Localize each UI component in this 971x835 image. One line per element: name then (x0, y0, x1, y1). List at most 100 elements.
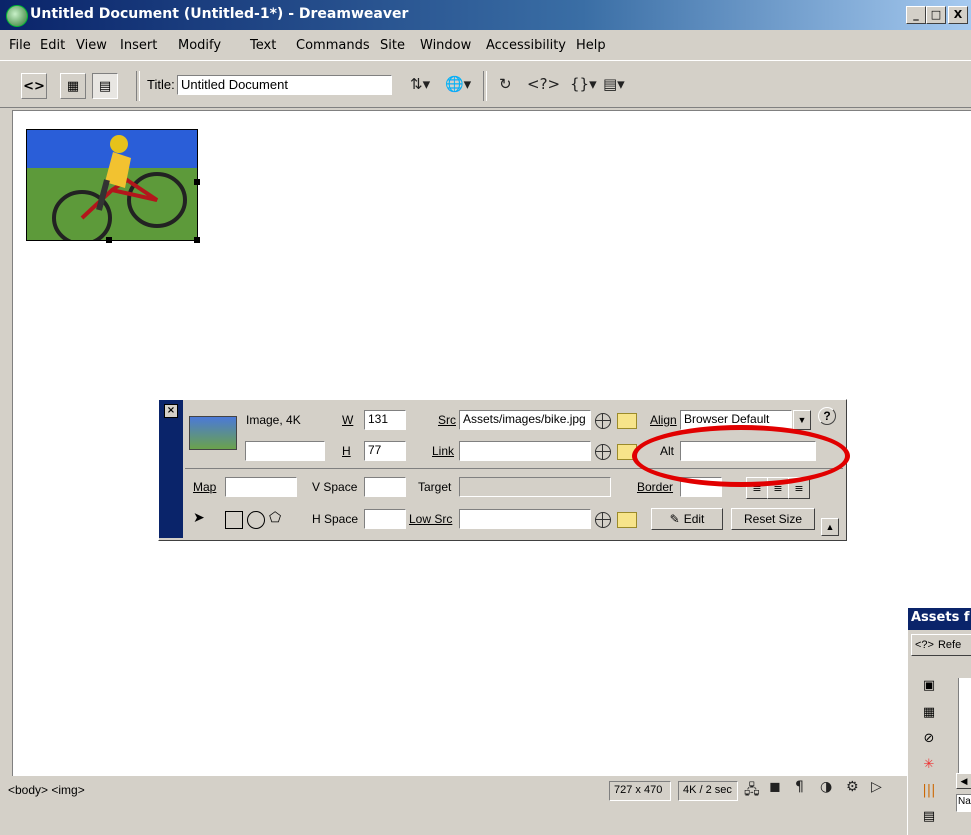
movies-asset-icon[interactable]: ▤ (920, 807, 938, 825)
menu-bar: File Edit View Insert Modify Text Comman… (0, 30, 971, 58)
image-type-icon (189, 416, 237, 450)
align-label: Align (650, 413, 677, 427)
window-size-indicator[interactable]: 727 x 470 (609, 781, 671, 801)
design-view-icon[interactable]: ▤ (92, 73, 118, 99)
edit-label: Edit (683, 512, 705, 526)
menu-file[interactable]: File (9, 38, 31, 53)
menu-site[interactable]: Site (380, 38, 405, 53)
site-map-icon[interactable]: 🖧 (744, 779, 760, 803)
width-field[interactable]: 131 (364, 410, 406, 430)
link-field[interactable] (459, 441, 591, 461)
images-asset-icon[interactable]: ▣ (920, 676, 938, 694)
urls-asset-icon[interactable]: ⊘ (920, 729, 938, 747)
target-select[interactable] (459, 477, 611, 497)
title-label: Title: (147, 77, 175, 92)
assets-name-column[interactable]: Na (956, 794, 971, 812)
inspector-close-button[interactable]: × (164, 404, 178, 418)
link-label: Link (432, 444, 455, 458)
point-to-file-icon[interactable] (595, 413, 611, 429)
menu-text[interactable]: Text (250, 38, 276, 53)
refresh-icon[interactable]: ↻ (499, 75, 512, 93)
menu-window[interactable]: Window (420, 38, 471, 53)
assets-panel: Assets f <?> Refe ▣ ▦ ⊘ ✳ ||| ▤ ◀ Na (907, 608, 971, 835)
menu-modify[interactable]: Modify (178, 38, 221, 53)
selected-bike-image[interactable] (26, 129, 198, 241)
reference-icon[interactable]: <?> (527, 75, 560, 93)
menu-edit[interactable]: Edit (40, 38, 65, 53)
resize-handle-right[interactable] (194, 179, 200, 185)
scroll-left-icon[interactable]: ◀ (956, 773, 971, 789)
cyclist-image (27, 130, 197, 240)
download-time-indicator: 4K / 2 sec (678, 781, 738, 801)
image-name-field[interactable] (245, 441, 325, 461)
link-point-to-file-icon[interactable] (595, 444, 611, 460)
colors-asset-icon[interactable]: ▦ (920, 703, 938, 721)
map-label: Map (193, 480, 217, 494)
code-inspector-icon[interactable]: ▷ (871, 779, 882, 795)
resize-handle-bottom[interactable] (106, 237, 112, 243)
vspace-label: V Space (312, 480, 358, 494)
lowsrc-browse-folder-icon[interactable] (617, 512, 637, 528)
map-name-field[interactable] (225, 477, 297, 497)
css-styles-icon[interactable]: ¶ (795, 779, 804, 795)
alt-field-highlight-annotation (632, 425, 850, 487)
menu-help[interactable]: Help (576, 38, 606, 53)
assets-preview-pane (958, 678, 971, 788)
view-options-icon[interactable]: ▤▾ (603, 75, 625, 93)
shockwave-asset-icon[interactable]: ||| (920, 781, 938, 799)
image-type-label: Image, 4K (246, 413, 301, 427)
history-icon[interactable]: ⚙ (846, 779, 859, 795)
pointer-hotspot-icon[interactable]: ➤ (193, 510, 209, 526)
edit-icon: ✎ (669, 512, 680, 526)
close-button[interactable]: X (948, 6, 968, 24)
window-title: Untitled Document (Untitled-1*) - Dreamw… (30, 6, 409, 22)
lowsrc-point-to-file-icon[interactable] (595, 512, 611, 528)
dreamweaver-app-icon (6, 5, 28, 27)
hspace-label: H Space (312, 512, 359, 526)
menu-insert[interactable]: Insert (120, 38, 157, 53)
menu-view[interactable]: View (76, 38, 107, 53)
tag-selector[interactable]: <body> <img> (8, 783, 85, 797)
src-field[interactable]: Assets/images/bike.jpg (459, 410, 591, 430)
file-management-icon[interactable]: ⇅▾ (410, 75, 430, 93)
resize-handle-corner[interactable] (194, 237, 200, 243)
split-view-icon[interactable]: ▦ (60, 73, 86, 99)
target-label: Target (418, 480, 452, 494)
menu-commands[interactable]: Commands (296, 38, 370, 53)
align-dropdown-arrow[interactable]: ▼ (793, 410, 811, 430)
rectangle-hotspot-icon[interactable] (225, 511, 243, 529)
assets-panel-title[interactable]: Assets f (908, 608, 971, 630)
reference-icon: <?> (915, 639, 934, 651)
browse-folder-icon[interactable] (617, 413, 637, 429)
menu-accessibility[interactable]: Accessibility (486, 38, 566, 53)
minimize-button[interactable]: _ (906, 6, 926, 24)
src-label: Src (438, 413, 456, 427)
oval-hotspot-icon[interactable] (247, 511, 265, 529)
height-label: H (342, 444, 351, 458)
vspace-field[interactable] (364, 477, 406, 497)
maximize-button[interactable]: □ (926, 6, 946, 24)
hspace-field[interactable] (364, 509, 406, 529)
edit-button[interactable]: ✎ Edit (651, 508, 723, 530)
collapse-inspector-icon[interactable]: ▲ (821, 518, 839, 536)
lowsrc-field[interactable] (459, 509, 591, 529)
preview-browser-icon[interactable]: 🌐▾ (445, 75, 471, 93)
reset-size-button[interactable]: Reset Size (731, 508, 815, 530)
height-field[interactable]: 77 (364, 441, 406, 461)
code-view-icon[interactable]: <> (21, 73, 47, 99)
border-label: Border (637, 480, 674, 494)
lowsrc-label: Low Src (409, 512, 453, 526)
polygon-hotspot-icon[interactable]: ⬠ (269, 510, 285, 526)
status-bar: <body> <img> 727 x 470 4K / 2 sec 🖧 ◼ ¶ … (0, 777, 971, 835)
window-title-bar[interactable]: Untitled Document (Untitled-1*) - Dreamw… (0, 0, 971, 30)
flash-asset-icon[interactable]: ✳ (920, 755, 938, 773)
width-label: W (342, 413, 354, 427)
document-title-input[interactable]: Untitled Document (177, 75, 392, 95)
code-navigation-icon[interactable]: {}▾ (570, 75, 597, 93)
reference-tab[interactable]: <?> Refe (911, 634, 971, 656)
inspector-side-strip (159, 400, 183, 538)
behaviors-icon[interactable]: ◑ (820, 779, 832, 795)
document-toolbar: <> ▦ ▤ Title: Untitled Document ⇅▾ 🌐▾ ↻ … (0, 60, 971, 108)
assets-icon[interactable]: ◼ (769, 779, 781, 795)
help-button[interactable]: ? (818, 407, 836, 425)
